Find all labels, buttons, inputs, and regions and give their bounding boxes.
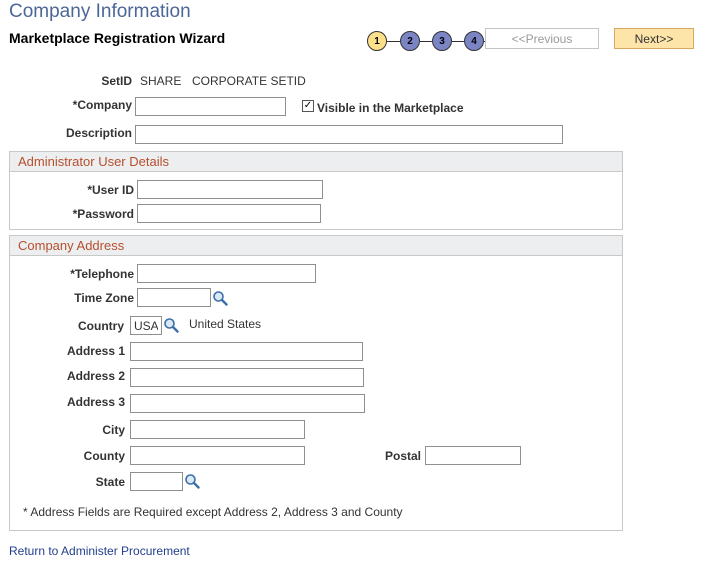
address-group-header: Company Address bbox=[10, 236, 622, 256]
telephone-label: *Telephone bbox=[70, 267, 134, 281]
wizard-step-3[interactable]: 3 bbox=[432, 31, 452, 51]
timezone-lookup-icon[interactable] bbox=[212, 290, 228, 306]
country-description: United States bbox=[189, 317, 262, 331]
password-label: *Password bbox=[72, 207, 134, 221]
state-label: State bbox=[95, 475, 125, 489]
country-label: Country bbox=[78, 319, 124, 333]
userid-input[interactable] bbox=[137, 180, 323, 199]
return-to-administer-procurement-link[interactable]: Return to Administer Procurement bbox=[9, 544, 190, 558]
admin-group-header: Administrator User Details bbox=[10, 152, 622, 172]
address2-input[interactable] bbox=[130, 368, 364, 387]
city-label: City bbox=[102, 423, 125, 437]
address1-label: Address 1 bbox=[66, 344, 125, 358]
password-input[interactable] bbox=[137, 204, 321, 223]
timezone-input[interactable] bbox=[137, 288, 211, 307]
setid-description: CORPORATE SETID bbox=[192, 74, 306, 88]
wizard-step-1: 1 bbox=[367, 31, 387, 51]
step-connector bbox=[387, 41, 400, 42]
country-input[interactable] bbox=[130, 316, 162, 335]
postal-input[interactable] bbox=[425, 446, 521, 465]
state-lookup-icon[interactable] bbox=[184, 473, 200, 489]
step-connector bbox=[452, 41, 464, 42]
postal-label: Postal bbox=[384, 449, 421, 463]
address3-input[interactable] bbox=[130, 394, 365, 413]
county-label: County bbox=[83, 449, 125, 463]
setid-value: SHARE bbox=[140, 74, 182, 88]
country-lookup-icon[interactable] bbox=[163, 317, 179, 333]
city-input[interactable] bbox=[130, 420, 305, 439]
description-label: Description bbox=[65, 126, 132, 140]
company-label: *Company bbox=[72, 98, 132, 112]
step-connector bbox=[420, 41, 432, 42]
state-input[interactable] bbox=[130, 472, 183, 491]
company-input[interactable] bbox=[135, 97, 286, 116]
userid-label: *User ID bbox=[87, 183, 134, 197]
address-required-note: * Address Fields are Required except Add… bbox=[23, 505, 403, 519]
telephone-input[interactable] bbox=[137, 264, 316, 283]
previous-button[interactable]: <<Previous bbox=[485, 28, 599, 49]
wizard-step-2[interactable]: 2 bbox=[400, 31, 420, 51]
timezone-label: Time Zone bbox=[74, 291, 134, 305]
county-input[interactable] bbox=[130, 446, 305, 465]
wizard-step-4[interactable]: 4 bbox=[464, 31, 484, 51]
page-title: Company Information bbox=[9, 1, 191, 22]
setid-label: SetID bbox=[101, 74, 132, 88]
visible-marketplace-checkbox[interactable]: ✓ bbox=[302, 100, 314, 112]
next-button[interactable]: Next>> bbox=[614, 28, 694, 49]
address3-label: Address 3 bbox=[66, 395, 125, 409]
description-input[interactable] bbox=[135, 125, 563, 144]
visible-marketplace-label: Visible in the Marketplace bbox=[317, 101, 464, 115]
wizard-title: Marketplace Registration Wizard bbox=[9, 30, 226, 46]
address2-label: Address 2 bbox=[66, 369, 125, 383]
address1-input[interactable] bbox=[130, 342, 363, 361]
